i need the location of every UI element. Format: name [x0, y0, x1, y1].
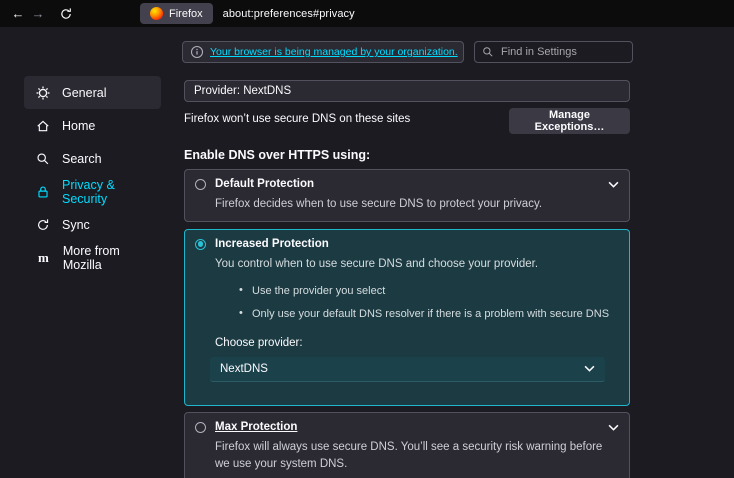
- gear-icon: [36, 86, 50, 100]
- option-title: Default Protection: [215, 178, 314, 190]
- dns-provider-row-text: Provider: NextDNS: [194, 85, 291, 97]
- search-icon: [482, 46, 494, 58]
- back-button[interactable]: ←: [8, 4, 28, 24]
- option-bullet-list: Use the provider you select Only use you…: [239, 285, 619, 320]
- dns-provider-row[interactable]: Provider: NextDNS: [184, 80, 630, 102]
- reload-button[interactable]: [56, 4, 76, 24]
- reload-icon: [59, 7, 73, 21]
- sidebar-item-label: More from Mozilla: [63, 244, 161, 272]
- lock-icon: [36, 185, 50, 199]
- sidebar-item-general[interactable]: General: [24, 76, 161, 109]
- tab-title: Firefox: [169, 8, 203, 20]
- radio-max-protection[interactable]: [195, 422, 206, 433]
- option-header[interactable]: Increased Protection: [195, 238, 619, 250]
- option-increased-protection[interactable]: Increased Protection You control when to…: [184, 229, 630, 406]
- sidebar-item-more-from-mozilla[interactable]: m More from Mozilla: [24, 241, 161, 274]
- managed-notice-link[interactable]: Your browser is being managed by your or…: [210, 46, 458, 58]
- sidebar-item-label: Privacy & Security: [62, 178, 161, 206]
- settings-search: [474, 41, 633, 63]
- bullet-item: Use the provider you select: [239, 285, 619, 297]
- browser-toolbar: ← → Firefox about:preferences#privacy: [0, 0, 734, 27]
- sidebar-item-sync[interactable]: Sync: [24, 208, 161, 241]
- sidebar-item-label: Home: [62, 119, 95, 133]
- option-title: Increased Protection: [215, 238, 329, 250]
- option-description: Firefox will always use secure DNS. You’…: [215, 439, 619, 472]
- chevron-down-icon[interactable]: [608, 181, 619, 188]
- provider-select[interactable]: NextDNS: [210, 357, 605, 382]
- info-icon: [190, 45, 204, 59]
- radio-default-protection[interactable]: [195, 179, 206, 190]
- option-title: Max Protection: [215, 421, 297, 433]
- choose-provider-label: Choose provider:: [215, 337, 619, 349]
- forward-button[interactable]: →: [28, 4, 48, 24]
- option-description: You control when to use secure DNS and c…: [215, 256, 619, 273]
- settings-sidebar: General Home Search Privacy & Security: [24, 76, 161, 274]
- option-max-protection[interactable]: Max Protection Firefox will always use s…: [184, 412, 630, 478]
- sidebar-item-label: Sync: [62, 218, 90, 232]
- option-header[interactable]: Default Protection: [195, 178, 619, 190]
- forward-arrow-icon: →: [32, 6, 45, 21]
- chevron-down-icon[interactable]: [608, 424, 619, 431]
- chevron-down-icon: [584, 365, 595, 372]
- option-description: Firefox decides when to use secure DNS t…: [215, 196, 619, 213]
- bullet-item: Only use your default DNS resolver if th…: [239, 308, 619, 320]
- dns-over-https-heading: Enable DNS over HTTPS using:: [184, 148, 370, 162]
- sidebar-item-label: Search: [62, 152, 102, 166]
- mozilla-logo-icon: m: [36, 250, 51, 265]
- search-input[interactable]: [499, 45, 625, 59]
- browser-tab[interactable]: Firefox: [140, 3, 213, 24]
- sidebar-item-home[interactable]: Home: [24, 109, 161, 142]
- manage-exceptions-button[interactable]: Manage Exceptions…: [509, 108, 630, 134]
- option-header[interactable]: Max Protection: [195, 421, 619, 433]
- magnifier-icon: [36, 152, 50, 166]
- provider-select-value: NextDNS: [220, 363, 268, 375]
- sync-icon: [36, 218, 50, 232]
- sidebar-item-privacy-security[interactable]: Privacy & Security: [24, 175, 161, 208]
- exceptions-note: Firefox won’t use secure DNS on these si…: [184, 113, 410, 125]
- home-icon: [36, 119, 50, 133]
- radio-increased-protection[interactable]: [195, 239, 206, 250]
- back-arrow-icon: ←: [12, 6, 25, 21]
- option-default-protection[interactable]: Default Protection Firefox decides when …: [184, 169, 630, 222]
- sidebar-item-label: General: [62, 86, 106, 100]
- managed-notice: Your browser is being managed by your or…: [182, 41, 464, 63]
- url-bar[interactable]: about:preferences#privacy: [223, 8, 355, 20]
- firefox-logo-icon: [150, 7, 163, 20]
- preferences-page: Your browser is being managed by your or…: [0, 27, 734, 478]
- sidebar-item-search[interactable]: Search: [24, 142, 161, 175]
